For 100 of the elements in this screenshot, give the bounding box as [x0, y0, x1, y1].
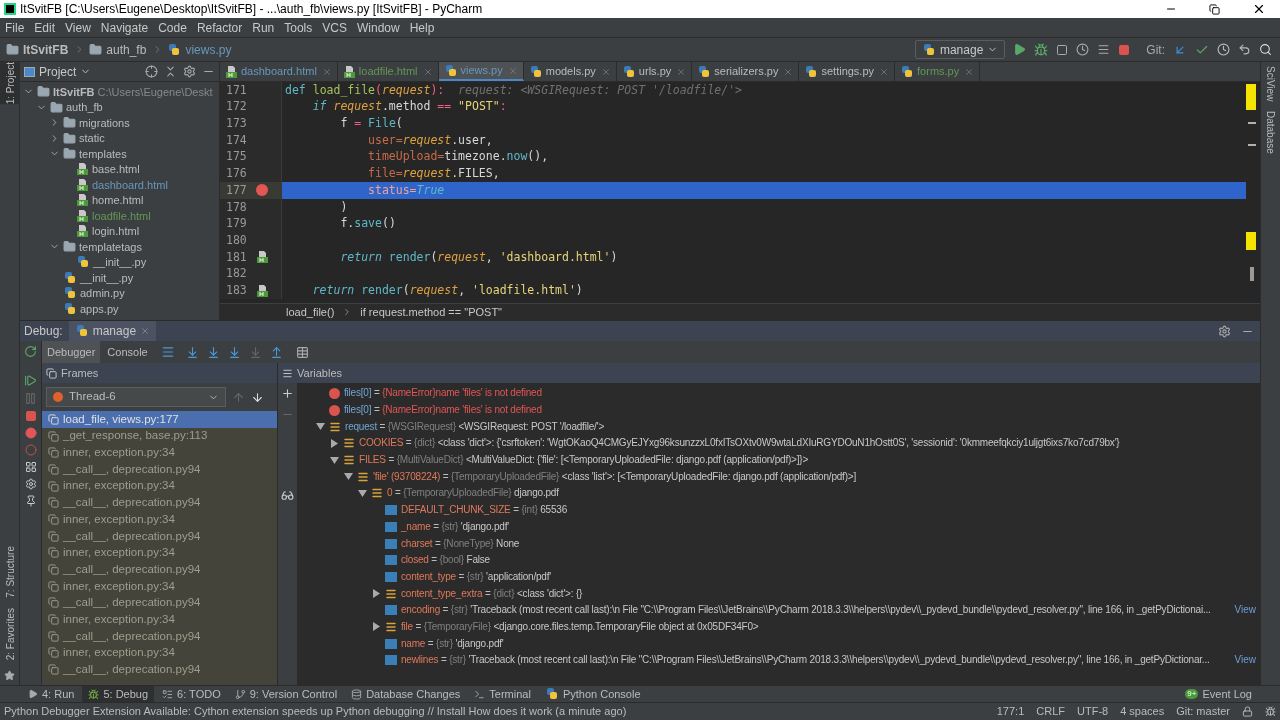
collapse-arrow-icon[interactable] [358, 488, 367, 498]
variable-entry[interactable]: newlines = {str} 'Traceback (most recent call last):\n File "C:\\Program Files\\JetBrains\\PyCharm 2018.3.3\\helpers\\pydev\\_pydevd_bundle\\pydevd_resolver.py", line 166, in _getPyDictionar... [401, 653, 1210, 668]
stop-icon[interactable] [24, 410, 37, 422]
editor-tab[interactable]: forms.py [895, 62, 981, 81]
variable-entry[interactable]: DEFAULT_CHUNK_SIZE = {int} 65536 [401, 503, 568, 518]
view-link[interactable]: View [1234, 603, 1256, 618]
step-out-icon[interactable] [269, 345, 283, 359]
tree-item[interactable]: dashboard.html [92, 176, 168, 193]
stack-frame[interactable]: _get_response, base.py:113 [42, 427, 277, 445]
variable-entry[interactable]: closed = {bool} False [401, 553, 490, 568]
editor-tab[interactable]: urls.py [616, 62, 693, 81]
collapse-arrow-icon[interactable] [344, 472, 353, 482]
debugger-tab[interactable]: Console [102, 341, 153, 363]
stack-frame[interactable]: inner, exception.py:34 [42, 611, 277, 628]
editor-tab[interactable]: serializers.py [692, 62, 800, 81]
collapse-arrow-icon[interactable] [316, 422, 325, 432]
variable-entry[interactable]: files[0] = {NameError}name 'files' is not defined [344, 386, 542, 401]
editor-tab[interactable]: dashboard.html [220, 62, 338, 81]
stack-frame[interactable]: inner, exception.py:34 [42, 644, 277, 662]
stop-icon[interactable] [1118, 43, 1131, 56]
editor-tab[interactable]: settings.py [799, 62, 896, 81]
code-breadcrumb[interactable]: load_file() [286, 303, 335, 321]
glasses-icon[interactable] [281, 489, 294, 502]
menu-item[interactable]: Run [247, 18, 280, 37]
tool-window-button[interactable]: 4: Run [22, 686, 81, 702]
menu-item[interactable]: Window [351, 18, 405, 37]
tool-window-button[interactable]: Terminal [468, 686, 537, 702]
stack-frame[interactable]: inner, exception.py:34 [42, 577, 277, 595]
tree-item[interactable]: auth_fb [66, 99, 103, 116]
menu-item[interactable]: VCS [317, 18, 352, 37]
variable-entry[interactable]: 'file' (93708224) = {TemporaryUploadedFile} <class 'list'>: [<TemporaryUploadedFile: django.pdf (application/pdf)>] [373, 469, 857, 484]
tree-item[interactable]: admin.py [80, 285, 125, 302]
stack-frame[interactable]: load_file, views.py:177 [42, 411, 277, 428]
history-icon[interactable] [1217, 43, 1230, 56]
resume-icon[interactable] [24, 374, 37, 387]
thread-dropdown[interactable]: Thread-6 [46, 387, 226, 407]
stack-frame[interactable]: __call__, deprecation.py94 [42, 661, 277, 678]
step-into-icon[interactable] [206, 345, 220, 359]
settings-icon[interactable] [183, 65, 196, 78]
variable-entry[interactable]: _name = {str} 'django.pdf' [401, 519, 509, 534]
tree-item[interactable]: __init__.py [93, 254, 147, 271]
tool-window-tab[interactable]: 2: Favorites [0, 607, 20, 660]
status-item[interactable]: 177:1 [996, 703, 1025, 720]
revert-icon[interactable] [1238, 43, 1251, 56]
breadcrumb-item[interactable]: views.py [185, 40, 232, 59]
event-log-button[interactable]: 9+ Event Log [1179, 686, 1258, 702]
stack-frame[interactable]: __call__, deprecation.py94 [42, 527, 277, 545]
tree-item[interactable]: login.html [92, 223, 140, 240]
session-tab[interactable]: manage [68, 321, 157, 341]
search-icon[interactable] [1259, 43, 1272, 56]
force-step-icon[interactable] [248, 345, 262, 359]
tool-window-button[interactable]: Database Changes [345, 686, 467, 702]
stack-frame[interactable]: __call__, deprecation.py94 [42, 594, 277, 612]
tree-item[interactable]: migrations [79, 114, 130, 131]
tree-item[interactable]: ItSvitFB [53, 83, 95, 100]
status-item[interactable]: Git: master [1176, 703, 1230, 720]
tool-window-tab[interactable]: 1: Project [0, 62, 20, 105]
status-item[interactable]: UTF-8 [1077, 703, 1109, 720]
restore-icon[interactable] [1209, 3, 1220, 15]
debugger-tab[interactable]: Debugger [42, 341, 101, 363]
list-icon[interactable] [1097, 43, 1111, 56]
variable-entry[interactable]: COOKIES = {dict} <class 'dict'>: {'csrftoken': 'WgtOKaoQ4CMGyEJYxg96ksunzzxL0fxITsOXtv0W9wtaLdXIuRGYDOuN1hOstt0S', 'sessionid': '0kmmeefqkciy1uljgt6ixs7ko7cd79bx'} [359, 436, 1120, 451]
tree-item[interactable]: templates [79, 145, 127, 162]
collapse-arrow-icon[interactable] [330, 455, 339, 465]
status-item[interactable]: CRLF [1036, 703, 1065, 720]
step-into-my-code-icon[interactable] [227, 345, 241, 359]
close-icon[interactable] [1252, 2, 1266, 16]
expand-arrow-icon[interactable] [372, 589, 381, 599]
status-item[interactable]: 4 spaces [1120, 703, 1165, 720]
menu-item[interactable]: View [60, 18, 96, 37]
code-breadcrumb[interactable]: if request.method == "POST" [360, 303, 503, 321]
variable-entry[interactable]: request = {WSGIRequest} <WSGIRequest: POST '/loadfile/'> [345, 419, 605, 434]
breakpoints-icon[interactable] [24, 427, 37, 439]
variable-entry[interactable]: content_type_extra = {dict} <class 'dict'>: {} [401, 586, 583, 601]
rerun-icon[interactable] [24, 345, 37, 358]
variable-entry[interactable]: 0 = {TemporaryUploadedFile} django.pdf [387, 486, 559, 501]
project-view-dropdown[interactable]: Project [24, 62, 92, 81]
collapse-all-icon[interactable] [164, 65, 177, 78]
tree-item[interactable]: loadfile.html [92, 207, 151, 224]
tool-window-button[interactable]: 9: Version Control [228, 686, 344, 702]
tree-item[interactable]: static [79, 130, 105, 147]
layout-icon[interactable] [24, 461, 37, 473]
pause-icon[interactable] [24, 392, 37, 405]
menu-item[interactable]: File [0, 18, 30, 37]
add-watch-icon[interactable] [281, 387, 294, 400]
settings-icon[interactable] [1218, 324, 1231, 338]
variable-entry[interactable]: name = {str} 'django.pdf' [401, 636, 504, 651]
expand-arrow-icon[interactable] [372, 622, 381, 632]
tree-item[interactable]: templatetags [79, 238, 142, 255]
menu-icon[interactable] [160, 345, 175, 359]
variable-entry[interactable]: encoding = {str} 'Traceback (most recent call last):\n File "C:\\Program Files\\JetBrains\\PyCharm 2018.3.3\\helpers\\pydev\\_pydevd_bundle\\pydevd_resolver.py", line 166, in _getPyDictionai... [401, 603, 1211, 618]
menu-item[interactable]: Navigate [95, 18, 154, 37]
evaluate-icon[interactable] [295, 345, 309, 359]
stack-frame[interactable]: __call__, deprecation.py94 [42, 461, 277, 478]
stack-frame[interactable]: __call__, deprecation.py94 [42, 494, 277, 512]
stack-frame[interactable]: inner, exception.py:34 [42, 477, 277, 495]
tree-item[interactable]: home.html [92, 192, 144, 209]
tool-window-button[interactable]: 6: TODO [156, 686, 227, 702]
side-tab[interactable]: SciView [1260, 66, 1280, 102]
tree-item[interactable]: apps.py [80, 300, 119, 317]
